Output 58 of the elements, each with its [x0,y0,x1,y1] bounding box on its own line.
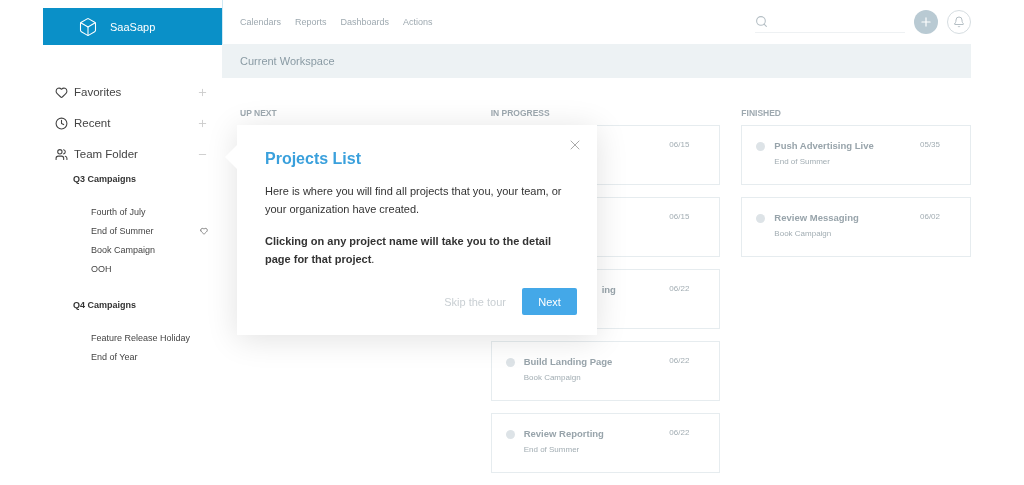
cube-icon [78,16,98,37]
campaign-name: End of Summer [774,157,831,166]
project-card[interactable]: Build Landing Page Book Campaign 06/22 [490,341,721,401]
project-title[interactable]: Review Messaging [774,212,920,223]
column-heading: UP NEXT [240,108,278,118]
due-date: 06/15 [669,212,690,223]
campaign-name: Book Campaign [523,373,582,382]
due-date: 06/15 [669,140,690,151]
folder-label[interactable]: Q3 Campaigns [73,174,222,184]
project-link[interactable]: Fourth of July [91,206,208,217]
campaign-name: Book Campaign [774,229,833,238]
due-date: 06/22 [669,428,690,439]
clock-icon [55,116,68,130]
due-date: 05/35 [920,140,940,151]
people-icon [55,147,68,161]
heart-icon [55,85,68,99]
workspace-title: Current Workspace [240,54,335,67]
project-card[interactable]: Review Reporting End of Summer 06/22 [490,413,721,473]
sidebar-item[interactable]: Favorites [74,86,197,98]
add-button[interactable] [914,9,938,34]
campaign-name: End of Summer [523,445,581,454]
sidebar-item[interactable]: Recent [74,117,197,129]
sidebar-item[interactable]: Team Folder [74,148,197,160]
nav-link[interactable]: Calendars [240,16,282,27]
status-dot [505,430,515,439]
project-title[interactable]: ing [601,284,670,295]
project-link[interactable]: Book Campaign [91,244,208,255]
project-link[interactable]: End of Summer [91,225,200,236]
project-card[interactable]: Push Advertising Live End of Summer 05/35 [741,125,971,185]
expand-icon[interactable] [197,86,208,98]
nav-link[interactable]: Reports [295,16,327,27]
status-dot [505,358,515,367]
next-button[interactable]: Next [522,288,577,315]
due-date: 06/22 [669,356,690,367]
column-heading: FINISHED [741,108,782,118]
nav-link[interactable]: Actions [403,16,433,27]
due-date: 06/02 [920,212,940,223]
project-link[interactable]: OOH [91,263,208,274]
project-title[interactable]: Push Advertising Live [774,140,920,151]
search-icon [755,14,768,28]
due-date: 06/22 [669,284,690,295]
plus-icon [919,14,933,29]
nav-link[interactable]: Dashboards [340,16,390,27]
notifications-button[interactable] [947,9,971,34]
brand-name: SaaSapp [110,20,156,33]
status-dot [756,214,766,223]
column-heading: IN PROGRESS [490,108,551,118]
project-link[interactable]: End of Year [91,351,208,362]
bell-icon [953,15,965,28]
project-link[interactable]: Feature Release Holiday [91,332,208,343]
status-dot [756,142,766,151]
project-title[interactable]: Build Landing Page [523,356,670,367]
popover-title: Projects List [265,150,363,168]
heart-icon[interactable] [200,226,208,235]
project-title[interactable]: Review Reporting [523,428,670,439]
project-card[interactable]: Review Messaging Book Campaign 06/02 [741,197,971,257]
folder-label[interactable]: Q4 Campaigns [73,300,222,310]
expand-icon[interactable] [197,117,208,129]
